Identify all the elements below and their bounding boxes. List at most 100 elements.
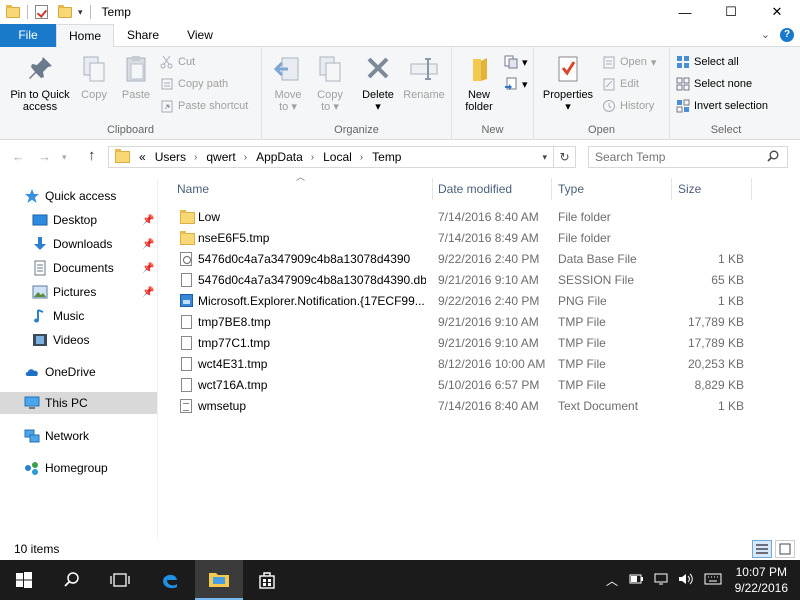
breadcrumb-temp[interactable]: Temp bbox=[372, 150, 401, 164]
chevron-right-icon[interactable]: › bbox=[194, 152, 197, 163]
network-tray-icon[interactable] bbox=[654, 572, 668, 589]
history-button[interactable]: History bbox=[602, 97, 654, 115]
search-button[interactable] bbox=[48, 560, 96, 600]
nav-item-documents[interactable]: Documents 📌 bbox=[0, 257, 157, 279]
search-input[interactable] bbox=[589, 147, 759, 167]
paste-shortcut-button[interactable]: Paste shortcut bbox=[160, 97, 248, 115]
properties-dropdown-icon[interactable]: ▾ bbox=[540, 101, 596, 113]
nav-item-pictures[interactable]: Pictures 📌 bbox=[0, 281, 157, 303]
move-to-button[interactable]: Move to ▾ bbox=[268, 51, 308, 113]
pin-icon[interactable]: 📌 bbox=[142, 263, 154, 274]
file-row[interactable]: Low 7/14/2016 8:40 AM File folder bbox=[170, 207, 752, 228]
customize-toolbar-dropdown[interactable]: ▾ bbox=[78, 7, 83, 18]
properties-icon[interactable] bbox=[35, 5, 48, 19]
edit-button[interactable]: Edit bbox=[602, 75, 639, 93]
rename-button[interactable]: Rename bbox=[400, 51, 448, 101]
nav-item-videos[interactable]: Videos bbox=[0, 329, 157, 351]
edge-browser-button[interactable] bbox=[146, 560, 194, 600]
task-view-button[interactable] bbox=[96, 560, 144, 600]
column-header-name[interactable]: Name bbox=[170, 178, 432, 200]
back-arrow-icon[interactable]: ← bbox=[12, 149, 25, 164]
pin-to-quick-access-button[interactable]: Pin to Quick access bbox=[4, 51, 76, 113]
nav-item-music[interactable]: Music bbox=[0, 305, 157, 327]
up-arrow-icon[interactable]: ↑ bbox=[88, 147, 96, 164]
easy-access-button[interactable]: ▾ bbox=[504, 75, 528, 93]
invert-selection-button[interactable]: Invert selection bbox=[676, 97, 768, 115]
file-row[interactable]: wct716A.tmp 5/10/2016 6:57 PM TMP File 8,82… bbox=[170, 375, 752, 396]
tab-file[interactable]: File bbox=[0, 24, 56, 47]
close-button[interactable]: ✕ bbox=[754, 0, 800, 24]
forward-arrow-icon[interactable]: → bbox=[38, 149, 51, 164]
pin-icon[interactable]: 📌 bbox=[142, 287, 154, 298]
recent-locations-icon[interactable]: ▾ bbox=[62, 152, 67, 163]
properties-button[interactable]: Properties ▾ bbox=[540, 51, 596, 113]
breadcrumb-users[interactable]: Users bbox=[155, 150, 186, 164]
select-all-button[interactable]: Select all bbox=[676, 53, 739, 71]
refresh-button[interactable]: ↻ bbox=[554, 146, 576, 168]
open-button[interactable]: Open ▾ bbox=[602, 53, 656, 71]
column-header-type[interactable]: Type bbox=[552, 178, 672, 200]
store-button[interactable] bbox=[243, 560, 291, 600]
tab-view[interactable]: View bbox=[172, 24, 228, 47]
search-icon[interactable] bbox=[767, 150, 779, 165]
breadcrumb-overflow[interactable]: « bbox=[139, 150, 146, 164]
delete-button[interactable]: Delete ▾ bbox=[358, 51, 398, 113]
power-icon[interactable] bbox=[628, 573, 644, 588]
show-hidden-icons-icon[interactable]: ︿ bbox=[606, 572, 618, 589]
minimize-button[interactable]: — bbox=[662, 0, 708, 24]
help-icon[interactable]: ? bbox=[780, 28, 794, 42]
delete-dropdown-icon[interactable]: ▾ bbox=[358, 101, 398, 113]
large-icons-view-button[interactable] bbox=[775, 540, 795, 558]
copy-path-button[interactable]: Copy path bbox=[160, 75, 228, 93]
breadcrumb-local[interactable]: Local bbox=[323, 150, 352, 164]
paste-button[interactable]: Paste bbox=[116, 51, 156, 101]
details-view-button[interactable] bbox=[752, 540, 772, 558]
select-none-button[interactable]: Select none bbox=[676, 75, 752, 93]
column-header-date[interactable]: Date modified bbox=[432, 178, 552, 200]
tab-home[interactable]: Home bbox=[56, 24, 114, 48]
new-folder-button[interactable]: New folder bbox=[458, 51, 500, 113]
pin-icon[interactable]: 📌 bbox=[142, 215, 154, 226]
nav-item-network[interactable]: Network bbox=[0, 425, 157, 447]
file-row[interactable]: 5476d0c4a7a347909c4b8a13078d4390 9/22/201… bbox=[170, 249, 752, 270]
chevron-right-icon[interactable]: › bbox=[311, 152, 314, 163]
chevron-right-icon[interactable]: › bbox=[360, 152, 363, 163]
keyboard-icon[interactable] bbox=[704, 573, 722, 588]
pin-icon[interactable]: 📌 bbox=[142, 239, 154, 250]
new-folder-icon[interactable] bbox=[58, 4, 72, 18]
item-count: 10 items bbox=[14, 542, 60, 556]
file-explorer-button[interactable] bbox=[195, 560, 243, 600]
tab-share[interactable]: Share bbox=[114, 24, 172, 47]
start-button[interactable] bbox=[0, 560, 48, 600]
copy-button[interactable]: Copy bbox=[76, 51, 112, 101]
nav-item-onedrive[interactable]: OneDrive bbox=[0, 361, 157, 383]
address-dropdown-icon[interactable]: ▾ bbox=[542, 152, 547, 163]
file-row[interactable]: 5476d0c4a7a347909c4b8a13078d4390.db.... 9… bbox=[170, 270, 752, 291]
file-row[interactable]: Microsoft.Explorer.Notification.{17ECF99… bbox=[170, 291, 752, 312]
address-bar[interactable]: « Users › qwert › AppData › Local › Temp… bbox=[108, 146, 554, 168]
breadcrumb-appdata[interactable]: AppData bbox=[256, 150, 303, 164]
file-row[interactable]: nseE6F5.tmp 7/14/2016 8:49 AM File folder bbox=[170, 228, 752, 249]
column-divider[interactable] bbox=[751, 178, 752, 200]
search-box[interactable] bbox=[588, 146, 788, 168]
column-header-size[interactable]: Size bbox=[672, 178, 752, 200]
nav-item-homegroup[interactable]: Homegroup bbox=[0, 457, 157, 479]
new-item-button[interactable]: ▾ bbox=[504, 53, 528, 71]
nav-item-desktop[interactable]: Desktop 📌 bbox=[0, 209, 157, 231]
nav-item-downloads[interactable]: Downloads 📌 bbox=[0, 233, 157, 255]
chevron-right-icon[interactable]: › bbox=[244, 152, 247, 163]
maximize-button[interactable]: ☐ bbox=[708, 0, 754, 24]
nav-item-quick-access[interactable]: Quick access bbox=[0, 185, 157, 207]
cut-button[interactable]: Cut bbox=[160, 53, 195, 71]
file-row[interactable]: tmp7BE8.tmp 9/21/2016 9:10 AM TMP File 17,7… bbox=[170, 312, 752, 333]
file-row[interactable]: tmp77C1.tmp 9/21/2016 9:10 AM TMP File 17,7… bbox=[170, 333, 752, 354]
volume-icon[interactable] bbox=[678, 572, 694, 589]
clock[interactable]: 10:07 PM 9/22/2016 bbox=[735, 564, 788, 596]
expand-ribbon-icon[interactable]: ⌄ bbox=[761, 28, 770, 42]
file-row[interactable]: wct4E31.tmp 8/12/2016 10:00 AM TMP File 20,… bbox=[170, 354, 752, 375]
copy-to-button[interactable]: Copy to ▾ bbox=[310, 51, 350, 113]
nav-label: Desktop bbox=[53, 213, 98, 227]
nav-item-this-pc[interactable]: This PC bbox=[0, 392, 157, 414]
breadcrumb-qwert[interactable]: qwert bbox=[206, 150, 235, 164]
file-row[interactable]: wmsetup 7/14/2016 8:40 AM Text Document 1 K… bbox=[170, 396, 752, 417]
